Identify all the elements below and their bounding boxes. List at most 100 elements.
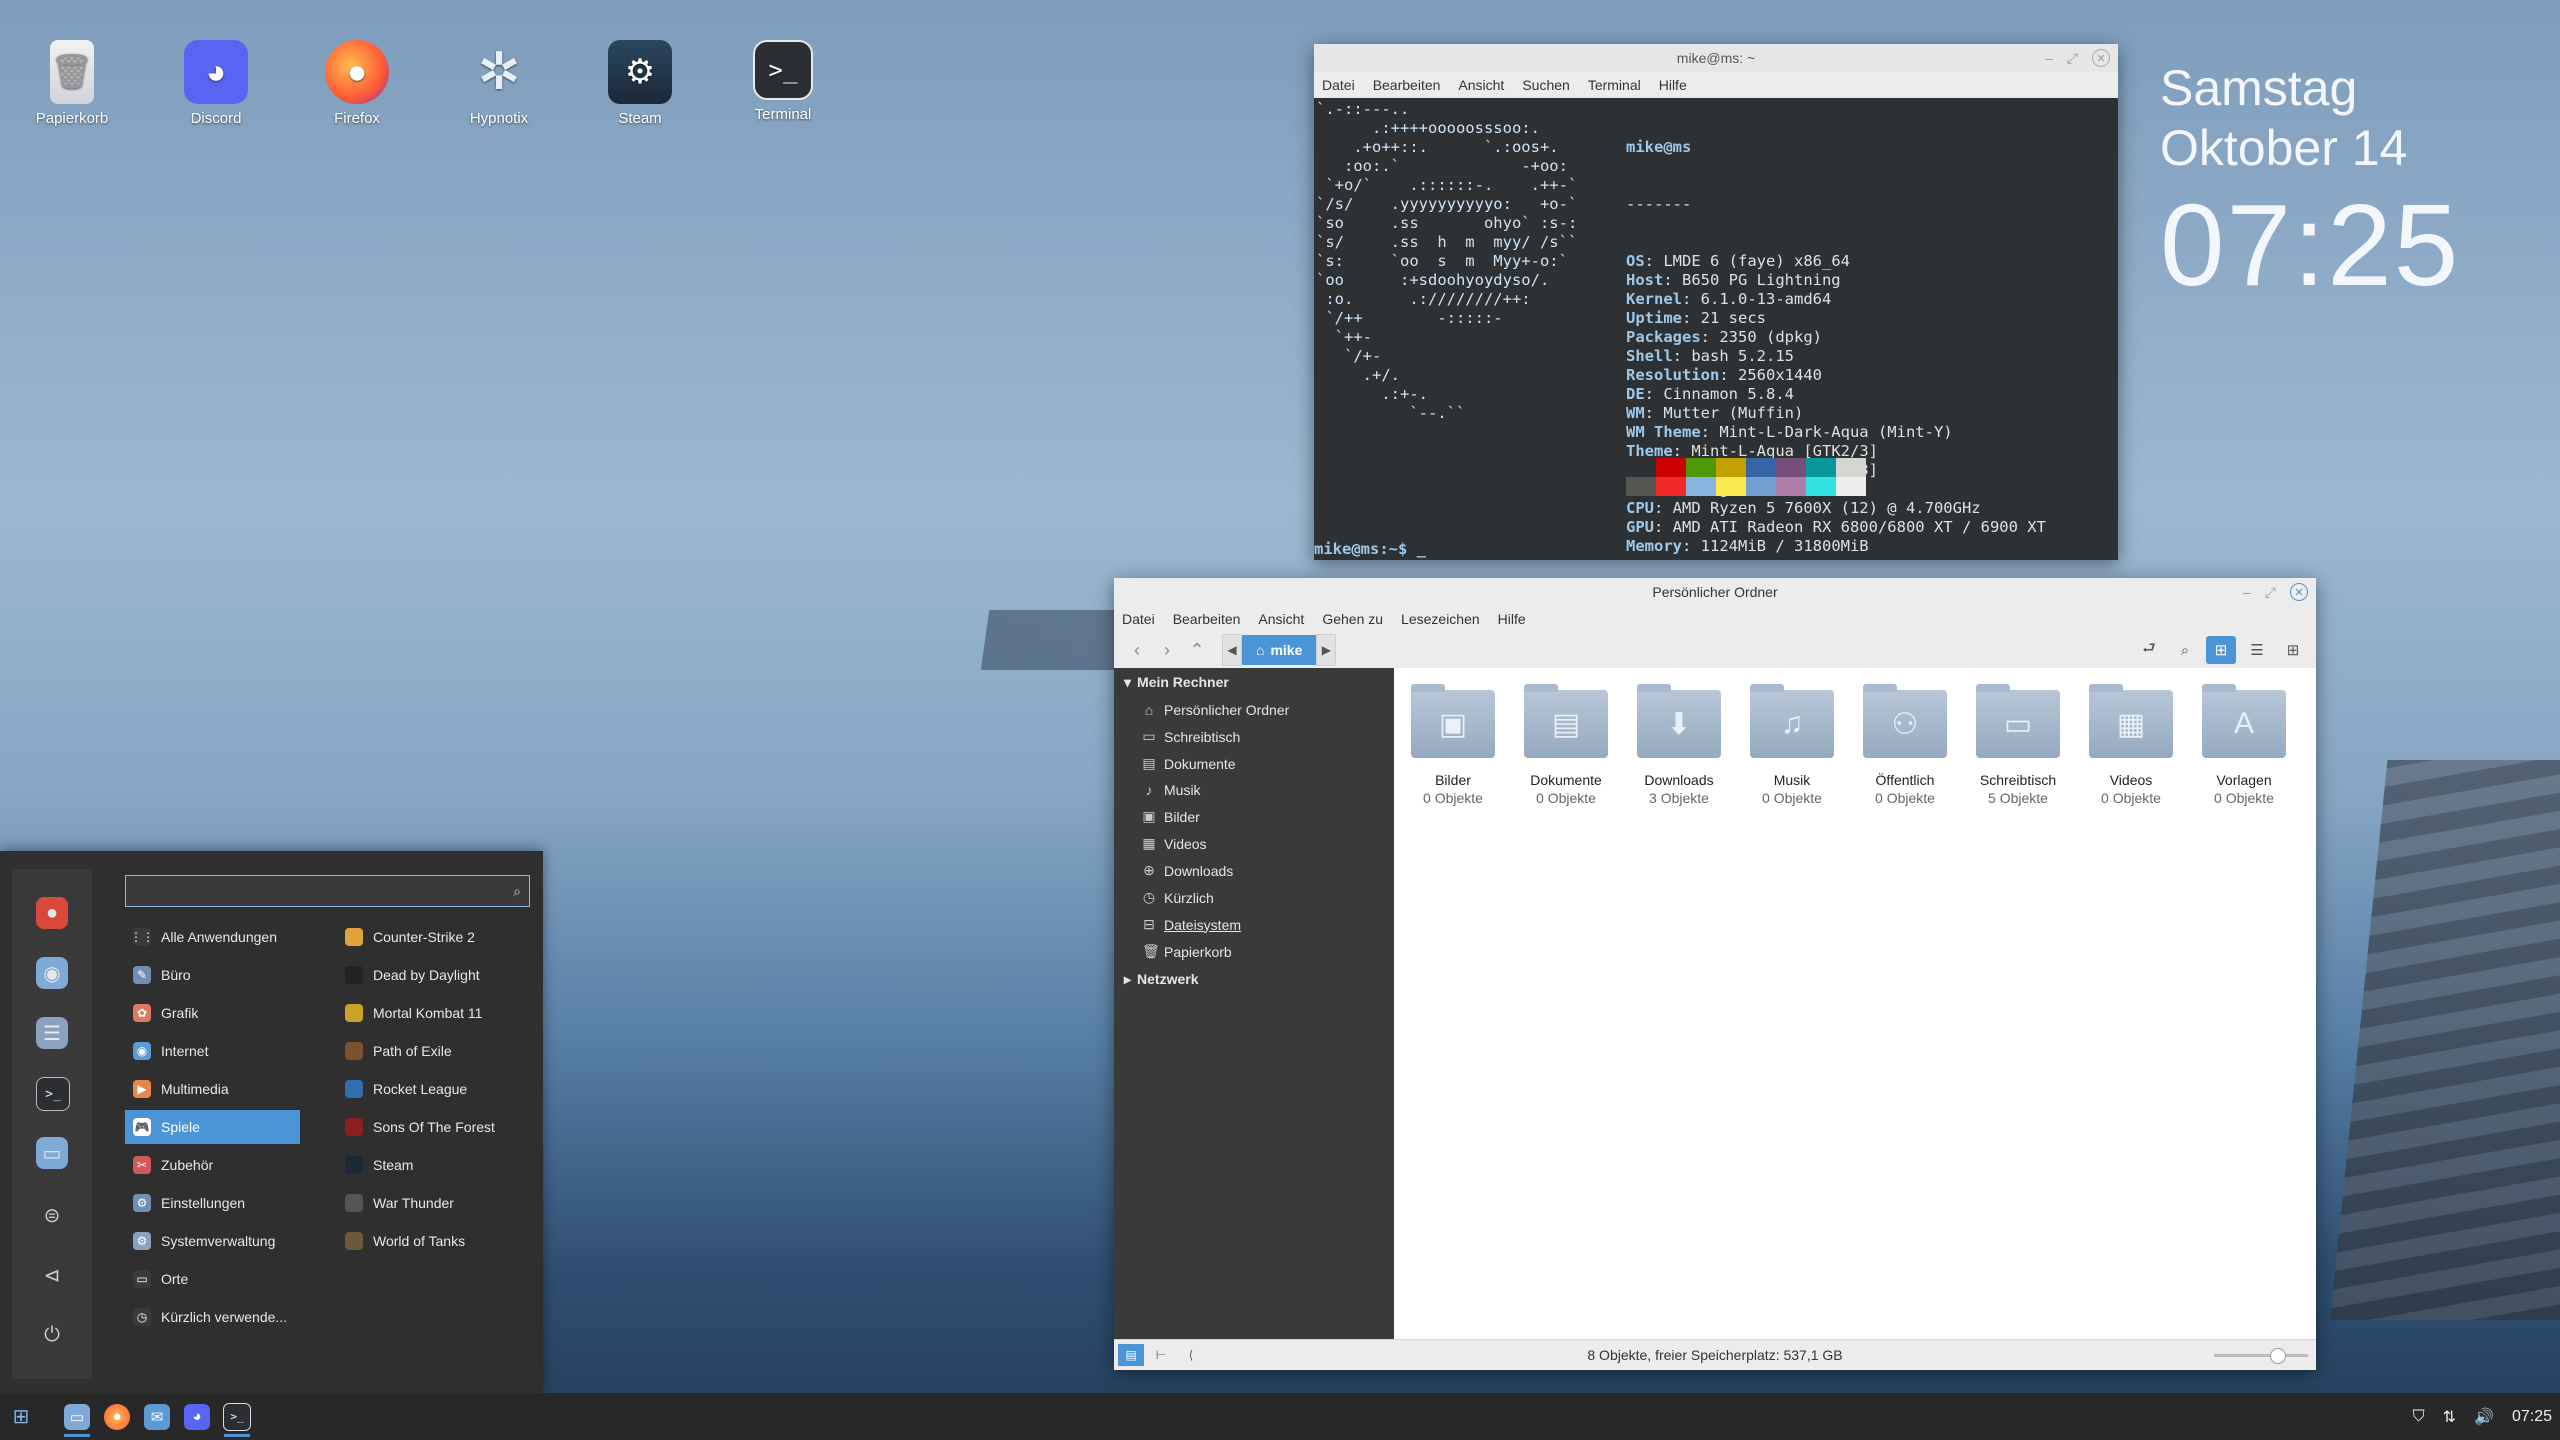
menu-category[interactable]: ✎ Büro [125,958,300,992]
up-icon[interactable]: ⌃ [1182,636,1212,664]
folder-item[interactable]: ⬇ Downloads 3 Objekte [1624,684,1734,806]
fm-content[interactable]: ▣ Bilder 0 Objekte ▤ Dokumente 0 Objekte ⬇ Down… [1394,668,2316,1340]
menu-bearbeiten[interactable]: Bearbeiten [1373,77,1441,93]
menu-ansicht[interactable]: Ansicht [1458,77,1504,93]
menu-app[interactable]: Mortal Kombat 11 [345,996,535,1030]
sidebar-item[interactable]: ♪ Musik [1114,777,1394,803]
taskbar-firefox[interactable]: ● [98,1397,136,1437]
desktop-icon-discord[interactable]: ◕ Discord [156,40,276,127]
logout-icon[interactable]: ⊲ [36,1259,68,1291]
sidebar-item[interactable]: 🗑 Papierkorb [1114,938,1394,965]
close-icon[interactable]: ✕ [2290,583,2308,601]
folder-item[interactable]: ▣ Bilder 0 Objekte [1398,684,1508,806]
menu-bearbeiten[interactable]: Bearbeiten [1173,611,1241,627]
sidebar-item[interactable]: ▤ Dokumente [1114,750,1394,777]
menu-app[interactable]: Dead by Daylight [345,958,535,992]
taskbar-files[interactable]: ▭ [58,1397,96,1437]
menu-category[interactable]: ✂ Zubehör [125,1148,300,1182]
fav-firefox-icon[interactable]: ● [36,897,68,929]
minimize-icon[interactable]: – [2045,50,2053,66]
desktop-icon-steam[interactable]: ⚙ Steam [580,40,700,127]
menu-category[interactable]: ⚙ Einstellungen [125,1186,300,1220]
sidebar-section-netzwerk[interactable]: ▸ Netzwerk [1114,965,1394,994]
menu-app[interactable]: Counter-Strike 2 [345,920,535,954]
sidebar-section-mein-rechner[interactable]: ▾ Mein Rechner [1114,668,1394,697]
sidebar-item[interactable]: ▦ Videos [1114,830,1394,857]
network-icon[interactable]: ⇅ [2443,1407,2456,1427]
close-icon[interactable]: ✕ [2092,49,2110,67]
search-icon[interactable]: ⌕ [2170,636,2200,664]
desktop-icon-firefox[interactable]: ● Firefox [297,40,417,127]
minimize-icon[interactable]: – [2243,584,2251,600]
menu-button[interactable]: ⊞ [2,1397,40,1437]
file-manager-window[interactable]: Persönlicher Ordner – ⤢ ✕ Datei Bearbeit… [1114,578,2316,1370]
compact-view-icon[interactable]: ⊞ [2278,636,2308,664]
menu-hilfe[interactable]: Hilfe [1659,77,1687,93]
fav-software-icon[interactable]: ◉ [36,957,68,989]
menu-category[interactable]: ▭ Orte [125,1262,300,1296]
list-view-icon[interactable]: ☰ [2242,636,2272,664]
folder-item[interactable]: A Vorlagen 0 Objekte [2189,684,2299,806]
sidebar-item[interactable]: ▭ Schreibtisch [1114,723,1394,750]
taskbar-clock[interactable]: 07:25 [2512,1408,2552,1426]
taskbar-mail[interactable]: ✉ [138,1397,176,1437]
menu-category[interactable]: ⋮⋮ Alle Anwendungen [125,920,300,954]
menu-category[interactable]: 🎮 Spiele [125,1110,300,1144]
desktop-icon-hypnotix[interactable]: ✲ Hypnotix [439,40,559,127]
fav-settings-icon[interactable]: ☰ [36,1017,68,1049]
maximize-icon[interactable]: ⤢ [2067,50,2078,67]
menu-ansicht[interactable]: Ansicht [1258,611,1304,627]
lock-icon[interactable]: ⊜ [36,1199,68,1231]
menu-gehen-zu[interactable]: Gehen zu [1322,611,1383,627]
menu-app[interactable]: Path of Exile [345,1034,535,1068]
fav-files-icon[interactable]: ▭ [36,1137,68,1169]
forward-icon[interactable]: › [1152,636,1182,664]
desktop-icon-terminal[interactable]: >_ Terminal [723,40,843,123]
menu-category[interactable]: ◉ Internet [125,1034,300,1068]
menu-app[interactable]: Sons Of The Forest [345,1110,535,1144]
icon-view-icon[interactable]: ⊞ [2206,636,2236,664]
breadcrumb-left-icon[interactable]: ◀ [1222,634,1242,666]
folder-item[interactable]: ⚇ Öffentlich 0 Objekte [1850,684,1960,806]
menu-terminal[interactable]: Terminal [1588,77,1641,93]
shield-icon[interactable]: ⛉ [2413,1408,2425,1426]
sidebar-item[interactable]: ⊕ Downloads [1114,857,1394,884]
menu-category[interactable]: ✿ Grafik [125,996,300,1030]
toggle-location-icon[interactable]: ⮐ [2134,636,2164,664]
menu-app[interactable]: Steam [345,1148,535,1182]
sidebar-item[interactable]: ⌂ Persönlicher Ordner [1114,697,1394,723]
terminal-titlebar[interactable]: mike@ms: ~ – ⤢ ✕ [1314,44,2118,72]
zoom-slider-knob[interactable] [2270,1348,2286,1364]
folder-item[interactable]: ▤ Dokumente 0 Objekte [1511,684,1621,806]
menu-search[interactable]: ⌕ [125,875,530,907]
power-icon[interactable]: ⏻ [36,1319,68,1351]
menu-datei[interactable]: Datei [1122,611,1155,627]
menu-app[interactable]: Rocket League [345,1072,535,1106]
volume-icon[interactable]: 🔊 [2474,1407,2494,1427]
fm-titlebar[interactable]: Persönlicher Ordner – ⤢ ✕ [1114,578,2316,606]
menu-app[interactable]: World of Tanks [345,1224,535,1258]
menu-category[interactable]: ⚙ Systemverwaltung [125,1224,300,1258]
breadcrumb-right-icon[interactable]: ▶ [1316,634,1337,666]
folder-item[interactable]: ▦ Videos 0 Objekte [2076,684,2186,806]
back-icon[interactable]: ‹ [1122,636,1152,664]
folder-item[interactable]: ♫ Musik 0 Objekte [1737,684,1847,806]
menu-app[interactable]: War Thunder [345,1186,535,1220]
zoom-slider[interactable] [2214,1348,2308,1364]
desktop-icon-trash[interactable]: 🗑 Papierkorb [12,40,132,127]
shell-prompt[interactable]: mike@ms:~$ _ [1314,540,1426,558]
breadcrumb-home[interactable]: ⌂ mike [1242,635,1317,665]
taskbar-terminal[interactable]: >_ [218,1397,256,1437]
menu-category[interactable]: ▶ Multimedia [125,1072,300,1106]
menu-hilfe[interactable]: Hilfe [1498,611,1526,627]
sidebar-item[interactable]: ▣ Bilder [1114,803,1394,830]
menu-lesezeichen[interactable]: Lesezeichen [1401,611,1480,627]
menu-datei[interactable]: Datei [1322,77,1355,93]
fav-terminal-icon[interactable]: >_ [36,1077,70,1111]
terminal-window[interactable]: mike@ms: ~ – ⤢ ✕ Datei Bearbeiten Ansich… [1314,44,2118,560]
sidebar-item[interactable]: ◷ Kürzlich [1114,884,1394,911]
menu-suchen[interactable]: Suchen [1522,77,1569,93]
taskbar-discord[interactable]: ◕ [178,1397,216,1437]
sidebar-item[interactable]: ⊟ Dateisystem [1114,911,1394,938]
terminal-output[interactable]: `.-::---.. .:++++ooooosssoo:. .+o++::. `… [1314,98,2118,560]
